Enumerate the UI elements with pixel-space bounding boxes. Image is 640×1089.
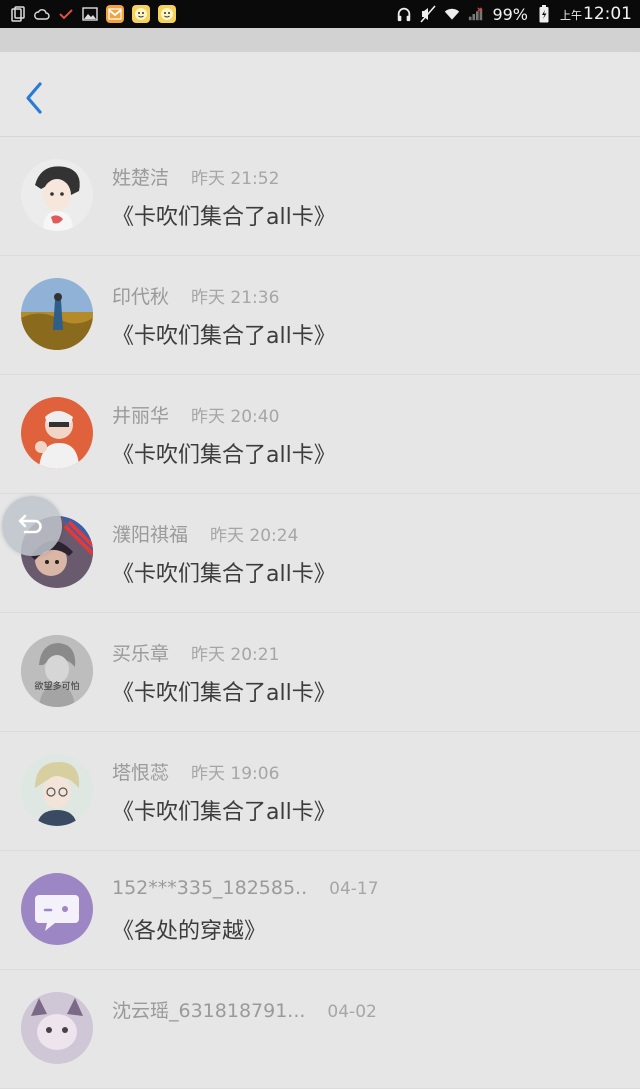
- sender-name: 买乐章: [112, 643, 170, 665]
- message-preview: 《卡吹们集合了all卡》: [112, 681, 336, 706]
- list-item[interactable]: 沈云瑶_631818791... 04-02: [0, 970, 640, 1089]
- message-preview: 《卡吹们集合了all卡》: [112, 324, 336, 349]
- sender-name: 印代秋: [112, 286, 170, 308]
- message-preview: 《卡吹们集合了all卡》: [112, 205, 336, 230]
- cloud-icon: [34, 6, 50, 22]
- item-meta: 152***335_182585.. 04-17: [112, 877, 379, 899]
- status-bar: 99% 上午12:01: [0, 0, 640, 28]
- avatar-caption: 欲望多可怕: [34, 682, 80, 692]
- avatar: 欲望多可怕: [21, 635, 93, 707]
- list-item[interactable]: 152***335_182585.. 04-17 《各处的穿越》: [0, 851, 640, 970]
- avatar: [21, 159, 93, 231]
- face-app-icon: [158, 5, 176, 23]
- battery-percent: 99%: [492, 4, 528, 24]
- timestamp: 昨天 21:52: [191, 169, 280, 189]
- status-bar-system: 99% 上午12:01: [396, 4, 640, 24]
- timestamp: 昨天 20:40: [191, 407, 280, 427]
- timestamp: 04-17: [329, 879, 379, 899]
- copy-icon: [10, 6, 26, 22]
- message-preview: 《卡吹们集合了all卡》: [112, 443, 336, 468]
- sender-name: 井丽华: [112, 405, 170, 427]
- avatar: [21, 278, 93, 350]
- item-meta: 塔恨蕊 昨天 19:06: [112, 758, 279, 785]
- sender-name: 濮阳祺福: [112, 524, 189, 546]
- item-meta: 井丽华 昨天 20:40: [112, 401, 279, 428]
- list-item[interactable]: 井丽华 昨天 20:40 《卡吹们集合了all卡》: [0, 375, 640, 494]
- mute-icon: [420, 5, 437, 23]
- sender-name: 沈云瑶_631818791...: [112, 1000, 306, 1022]
- check-icon: [58, 6, 74, 22]
- clock-period: 上午: [560, 9, 582, 22]
- headphones-icon: [396, 6, 412, 22]
- top-app-bar: [0, 52, 640, 137]
- back-button[interactable]: [18, 82, 50, 118]
- message-preview: 《各处的穿越》: [112, 919, 267, 944]
- timestamp: 昨天 20:24: [210, 526, 299, 546]
- battery-icon: [536, 5, 552, 23]
- sender-name: 塔恨蕊: [112, 762, 170, 784]
- image-icon: [82, 6, 98, 22]
- face-app-icon: [132, 5, 150, 23]
- timestamp: 昨天 20:21: [191, 645, 280, 665]
- signal-icon: [468, 6, 484, 22]
- clock: 上午12:01: [560, 4, 632, 24]
- avatar: [21, 754, 93, 826]
- message-list: 姓楚洁 昨天 21:52 《卡吹们集合了all卡》 印代秋 昨天 21:36 《…: [0, 137, 640, 1089]
- list-item[interactable]: 塔恨蕊 昨天 19:06 《卡吹们集合了all卡》: [0, 732, 640, 851]
- item-meta: 濮阳祺福 昨天 20:24: [112, 520, 298, 547]
- avatar: [21, 873, 93, 945]
- timestamp: 昨天 21:36: [191, 288, 280, 308]
- item-meta: 印代秋 昨天 21:36: [112, 282, 279, 309]
- chevron-left-icon: [24, 81, 44, 119]
- status-bar-notifications: [0, 5, 176, 23]
- header-shadow-strip: [0, 28, 640, 52]
- app-icon: [106, 5, 124, 23]
- clock-time: 12:01: [583, 4, 632, 24]
- list-item[interactable]: 欲望多可怕 买乐章 昨天 20:21 《卡吹们集合了all卡》: [0, 613, 640, 732]
- wifi-icon: [444, 6, 460, 22]
- item-meta: 姓楚洁 昨天 21:52: [112, 163, 279, 190]
- sender-name: 152***335_182585..: [112, 877, 308, 899]
- timestamp: 04-02: [327, 1002, 377, 1022]
- floating-back-button[interactable]: [2, 496, 62, 556]
- item-meta: 沈云瑶_631818791... 04-02: [112, 996, 377, 1023]
- avatar: [21, 397, 93, 469]
- message-preview: 《卡吹们集合了all卡》: [112, 562, 336, 587]
- timestamp: 昨天 19:06: [191, 764, 280, 784]
- item-meta: 买乐章 昨天 20:21: [112, 639, 279, 666]
- list-item[interactable]: 姓楚洁 昨天 21:52 《卡吹们集合了all卡》: [0, 137, 640, 256]
- undo-arrow-icon: [17, 512, 47, 540]
- sender-name: 姓楚洁: [112, 167, 170, 189]
- avatar: [21, 992, 93, 1064]
- message-preview: 《卡吹们集合了all卡》: [112, 800, 336, 825]
- list-item[interactable]: 印代秋 昨天 21:36 《卡吹们集合了all卡》: [0, 256, 640, 375]
- list-item[interactable]: 濮阳祺福 昨天 20:24 《卡吹们集合了all卡》: [0, 494, 640, 613]
